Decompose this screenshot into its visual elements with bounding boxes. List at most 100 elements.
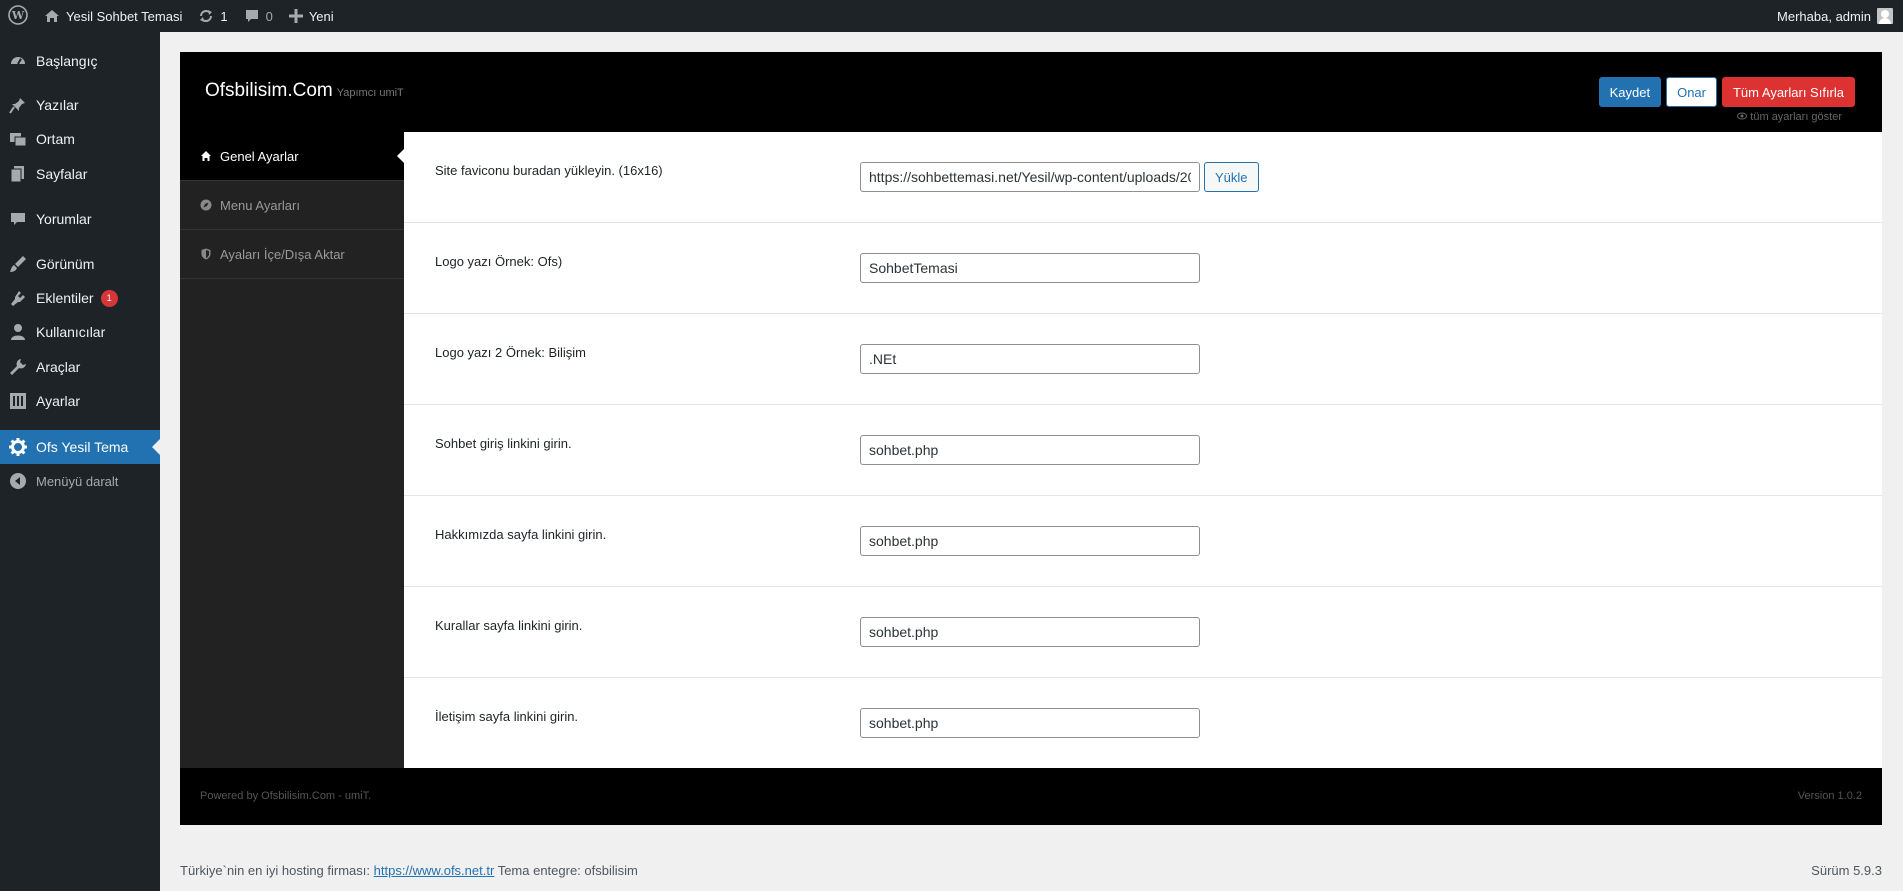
- menu-item-dashboard[interactable]: Başlangıç: [0, 44, 160, 78]
- menu-item-settings[interactable]: Ayarlar: [0, 384, 160, 418]
- menu-item-label: Yazılar: [36, 97, 79, 113]
- gear-icon: [0, 438, 36, 456]
- tab-import-export[interactable]: Ayaları İçe/Dışa Aktar: [180, 230, 404, 279]
- menu-item-comments[interactable]: Yorumlar: [0, 202, 160, 236]
- svg-text:W: W: [11, 9, 25, 22]
- site-name: Yesil Sohbet Temasi: [66, 8, 183, 24]
- menu-item-appearance[interactable]: Görünüm: [0, 247, 160, 281]
- contact-link-input[interactable]: [860, 708, 1200, 738]
- panel-nav: Genel Ayarlar Menu Ayarları Ayaları İçe/…: [180, 132, 404, 768]
- eye-icon: [1737, 111, 1748, 123]
- updates-link[interactable]: 1: [190, 0, 235, 32]
- dashboard-icon: [0, 52, 36, 70]
- admin-bar: W Yesil Sohbet Temasi 1 0 Yeni Merhaba, …: [0, 0, 1903, 32]
- wordpress-icon: W: [8, 4, 28, 28]
- chat-login-link-input[interactable]: [860, 435, 1200, 465]
- footer-credit: Türkiye`nin en iyi hosting firması: http…: [180, 863, 638, 878]
- footer-text-before: Türkiye`nin en iyi hosting firması:: [180, 863, 371, 878]
- media-icon: [0, 130, 36, 148]
- pages-icon: [0, 165, 36, 183]
- rules-link-input[interactable]: [860, 617, 1200, 647]
- site-name-link[interactable]: Yesil Sohbet Temasi: [36, 0, 190, 32]
- tab-menu-settings[interactable]: Menu Ayarları: [180, 181, 404, 230]
- settings-content: Site faviconu buradan yükleyin. (16x16) …: [404, 132, 1882, 768]
- menu-item-label: Menüyü daralt: [36, 473, 119, 489]
- setting-label: Hakkımızda sayfa linkini girin.: [435, 527, 607, 542]
- setting-label: İletişim sayfa linkini girin.: [435, 709, 579, 724]
- header-buttons: Kaydet Onar Tüm Ayarları Sıfırla: [1598, 77, 1855, 107]
- comment-icon: [0, 210, 36, 228]
- greeting: Merhaba, admin: [1777, 8, 1871, 24]
- plus-icon: [288, 9, 303, 23]
- reset-all-button[interactable]: Tüm Ayarları Sıfırla: [1721, 77, 1855, 107]
- menu-item-plugins[interactable]: Eklentiler 1: [0, 281, 160, 315]
- admin-menu: Başlangıç Yazılar Ortam Sayfalar Yorumla…: [0, 32, 160, 891]
- comments-count: 0: [265, 8, 273, 24]
- tab-label: Ayaları İçe/Dışa Aktar: [220, 246, 345, 262]
- menu-item-label: Kullanıcılar: [36, 324, 106, 340]
- setting-label: Logo yazı 2 Örnek: Bilişim: [435, 345, 587, 360]
- settings-icon: [0, 392, 36, 410]
- plugins-icon: [0, 289, 36, 307]
- new-content-link[interactable]: Yeni: [281, 0, 342, 32]
- about-link-input[interactable]: [860, 526, 1200, 556]
- my-account-link[interactable]: Merhaba, admin: [1769, 0, 1903, 32]
- updates-icon: [198, 8, 214, 24]
- powered-by: Powered by Ofsbilisim.Com - umiT.: [200, 790, 372, 802]
- setting-logo-text-2: Logo yazı 2 Örnek: Bilişim: [404, 314, 1882, 405]
- menu-item-label: Ortam: [36, 131, 75, 147]
- wordpress-logo-menu[interactable]: W: [0, 0, 36, 32]
- home-icon: [200, 150, 220, 162]
- menu-item-label: Eklentiler: [36, 290, 94, 306]
- compass-icon: [200, 199, 220, 211]
- collapse-menu-button[interactable]: Menüyü daralt: [0, 464, 160, 498]
- menu-item-label: Yorumlar: [36, 211, 92, 227]
- upload-button[interactable]: Yükle: [1204, 162, 1259, 192]
- menu-item-pages[interactable]: Sayfalar: [0, 157, 160, 191]
- setting-label: Logo yazı Örnek: Ofs): [435, 254, 563, 269]
- repair-button[interactable]: Onar: [1666, 77, 1717, 107]
- setting-chat-login-link: Sohbet giriş linkini girin.: [404, 405, 1882, 496]
- appearance-icon: [0, 255, 36, 273]
- menu-item-label: Ayarlar: [36, 393, 81, 409]
- panel-version: Version 1.0.2: [1797, 790, 1862, 802]
- logo-text-input[interactable]: [860, 253, 1200, 283]
- panel-brand: Ofsbilisim.Com Yapımcı umiT: [205, 80, 404, 102]
- setting-favicon: Site faviconu buradan yükleyin. (16x16) …: [404, 132, 1882, 223]
- collapse-icon: [0, 472, 36, 490]
- show-all-settings-link[interactable]: tüm ayarları göster: [1737, 111, 1842, 123]
- favicon-url-input[interactable]: [860, 162, 1200, 192]
- brand-title: Ofsbilisim.Com: [205, 80, 333, 101]
- panel-footer: Powered by Ofsbilisim.Com - umiT. Versio…: [180, 768, 1882, 825]
- save-button[interactable]: Kaydet: [1598, 77, 1662, 107]
- menu-item-label: Araçlar: [36, 359, 81, 375]
- comment-icon: [244, 8, 260, 24]
- shield-icon: [200, 248, 220, 260]
- setting-logo-text: Logo yazı Örnek: Ofs): [404, 223, 1882, 314]
- menu-item-media[interactable]: Ortam: [0, 122, 160, 156]
- menu-item-label: Ofs Yesil Tema: [36, 439, 129, 455]
- home-icon: [44, 8, 60, 24]
- tab-label: Genel Ayarlar: [220, 148, 299, 164]
- menu-item-users[interactable]: Kullanıcılar: [0, 315, 160, 349]
- setting-label: Sohbet giriş linkini girin.: [435, 436, 572, 451]
- tools-icon: [0, 358, 36, 376]
- menu-item-tools[interactable]: Araçlar: [0, 350, 160, 384]
- logo-text-2-input[interactable]: [860, 344, 1200, 374]
- hosting-link[interactable]: https://www.ofs.net.tr: [374, 863, 495, 878]
- updates-count: 1: [220, 8, 228, 24]
- setting-label: Kurallar sayfa linkini girin.: [435, 618, 583, 633]
- menu-item-label: Başlangıç: [36, 53, 98, 69]
- comments-link[interactable]: 0: [236, 0, 281, 32]
- tab-general-settings[interactable]: Genel Ayarlar: [180, 132, 404, 181]
- menu-item-label: Sayfalar: [36, 166, 88, 182]
- setting-rules-link: Kurallar sayfa linkini girin.: [404, 587, 1882, 678]
- tab-label: Menu Ayarları: [220, 197, 300, 213]
- wp-version: Sürüm 5.9.3: [1811, 863, 1882, 878]
- avatar: [1877, 8, 1893, 24]
- show-all-label: tüm ayarları göster: [1750, 111, 1842, 123]
- menu-item-ofs-yesil-tema[interactable]: Ofs Yesil Tema: [0, 430, 160, 464]
- panel-header: Ofsbilisim.Com Yapımcı umiT Kaydet Onar T…: [180, 52, 1882, 132]
- options-panel: Ofsbilisim.Com Yapımcı umiT Kaydet Onar T…: [180, 52, 1882, 825]
- menu-item-posts[interactable]: Yazılar: [0, 88, 160, 122]
